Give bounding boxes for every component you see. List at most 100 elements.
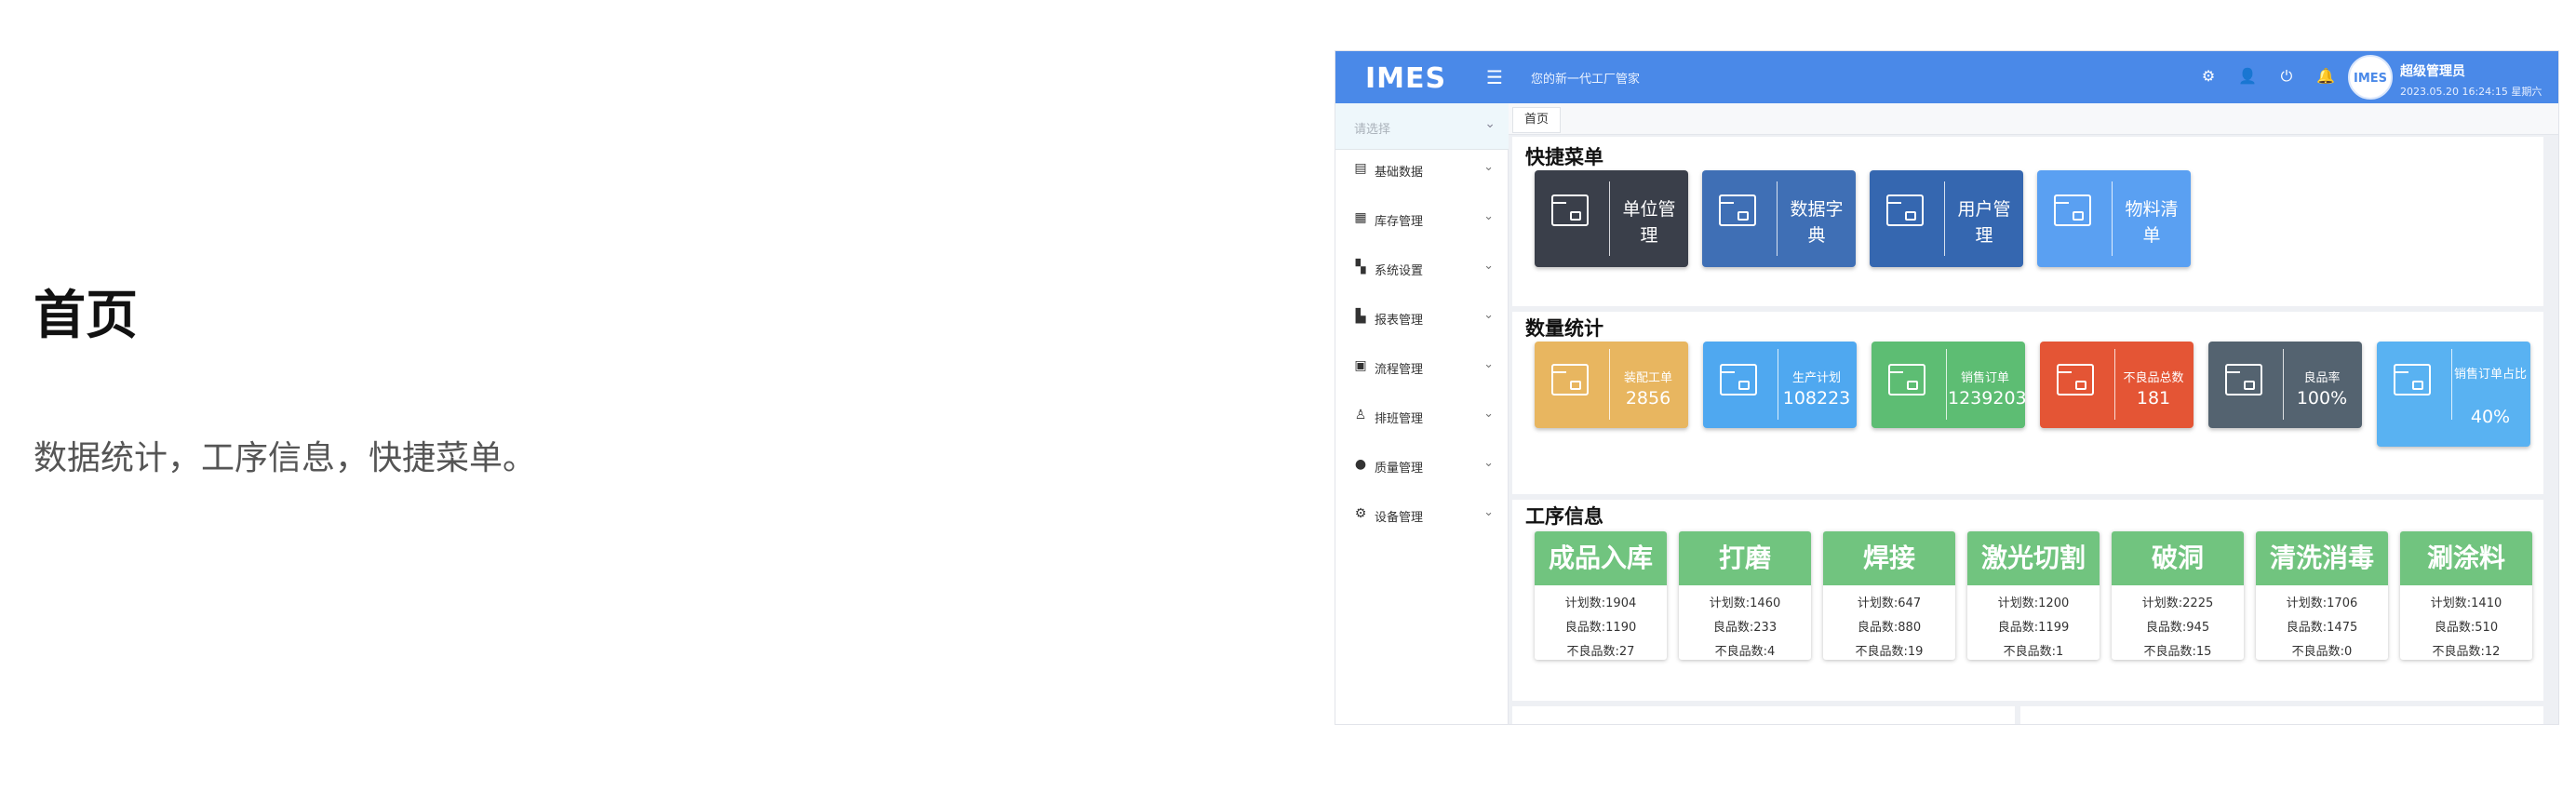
sidebar-item-label: 系统设置: [1375, 264, 1424, 278]
process-bad: 不良品数:27: [1566, 645, 1635, 659]
quick-menu-card[interactable]: 物料清单: [2037, 170, 2191, 267]
stat-card[interactable]: 销售订单 1239203: [1872, 342, 2027, 428]
sidebar-item-inventory[interactable]: ▦ 库存管理 ⌄: [1335, 201, 1509, 238]
chevron-down-icon: ⌄: [1483, 407, 1494, 421]
stat-card[interactable]: 装配工单 2856: [1535, 342, 1688, 428]
stat-card[interactable]: 生产计划 108223: [1703, 342, 1857, 428]
process-plan: 计划数:1200: [1997, 597, 2070, 610]
quick-menu-card[interactable]: 数据字典: [1702, 170, 1856, 267]
flow-icon: ▣: [1354, 358, 1367, 373]
sidebar-item-label: 报表管理: [1375, 314, 1424, 328]
stat-value: 40%: [2470, 407, 2511, 427]
chevron-down-icon: ⌄: [1483, 209, 1494, 223]
sidebar-item-scheduling[interactable]: ♙ 排班管理 ⌄: [1335, 398, 1509, 436]
sidebar-item-process[interactable]: ▣ 流程管理 ⌄: [1335, 349, 1509, 386]
folder-icon: [1886, 194, 1924, 226]
gear-icon: ⚙: [1354, 506, 1367, 521]
person-icon: ♙: [1354, 408, 1367, 422]
chevron-down-icon: ⌄: [1483, 456, 1494, 470]
process-name: 成品入库: [1535, 531, 1667, 585]
process-name: 破洞: [2112, 531, 2244, 585]
process-card[interactable]: 打磨 计划数:1460 良品数:233 不良品数:4: [1679, 531, 1811, 660]
process-name: 涮涂料: [2400, 531, 2532, 585]
quick-menu-title: 快捷菜单: [1525, 146, 1603, 168]
quick-menu-card[interactable]: 单位管理: [1535, 170, 1688, 267]
quick-menu-card[interactable]: 用户管理: [1870, 170, 2023, 267]
folder-icon: [1720, 364, 1757, 396]
process-plan: 计划数:1904: [1564, 597, 1637, 610]
process-good: 良品数:1190: [1564, 621, 1637, 635]
tagline: 您的新一代工厂管家: [1531, 73, 1641, 87]
stats-title: 数量统计: [1525, 317, 1603, 340]
process-bad: 不良品数:1: [2003, 645, 2064, 659]
power-icon[interactable]: ⏻: [2277, 67, 2296, 86]
stat-value: 1239203: [1948, 388, 2027, 409]
stats-panel: 数量统计 装配工单 2856 生产计划 108223 销售订单 1239203 …: [1512, 312, 2543, 494]
chevron-down-icon: ⌄: [1483, 160, 1494, 174]
process-good: 良品数:510: [2434, 621, 2499, 635]
sidebar-item-reports[interactable]: ▙ 报表管理 ⌄: [1335, 300, 1509, 337]
stat-card[interactable]: 销售订单占比 40%: [2377, 342, 2530, 447]
stat-card[interactable]: 良品率 100%: [2208, 342, 2362, 428]
user-icon[interactable]: 👤: [2238, 67, 2257, 85]
process-good: 良品数:945: [2145, 621, 2210, 635]
process-good: 良品数:880: [1857, 621, 1922, 635]
stat-card[interactable]: 不良品总数 181: [2040, 342, 2194, 428]
settings-icon[interactable]: ⚙: [2199, 67, 2218, 85]
sidebar-item-quality[interactable]: ● 质量管理 ⌄: [1335, 448, 1509, 485]
quick-menu-label: 用户管理: [1957, 199, 2011, 246]
tab-bar: 首页: [1509, 103, 2558, 135]
stat-label: 销售订单: [1960, 371, 2009, 385]
sidebar-item-equipment[interactable]: ⚙ 设备管理 ⌄: [1335, 497, 1509, 534]
process-name: 清洗消毒: [2256, 531, 2388, 585]
document-icon: ▤: [1354, 161, 1367, 176]
sidebar-item-label: 设备管理: [1375, 511, 1424, 525]
dashboard-content: 快捷菜单 单位管理 数据字典 用户管理 物料清单 数量统计 装配工单 2856 …: [1512, 137, 2555, 724]
tab-home[interactable]: 首页: [1512, 107, 1562, 133]
sidebar-item-label: 质量管理: [1375, 462, 1424, 476]
process-name: 打磨: [1679, 531, 1811, 585]
intro-description: 数据统计，工序信息，快捷菜单。: [34, 439, 537, 477]
process-card[interactable]: 焊接 计划数:647 良品数:880 不良品数:19: [1823, 531, 1955, 660]
stat-value: 181: [2136, 388, 2171, 409]
bar-chart-icon: ▙: [1355, 309, 1366, 324]
process-plan: 计划数:2225: [2141, 597, 2214, 610]
process-card[interactable]: 激光切割 计划数:1200 良品数:1199 不良品数:1: [1967, 531, 2100, 660]
process-card[interactable]: 成品入库 计划数:1904 良品数:1190 不良品数:27: [1535, 531, 1667, 660]
folder-icon: [2054, 194, 2091, 226]
folder-icon: [1719, 194, 1756, 226]
stat-value: 2856: [1625, 388, 1671, 409]
process-card[interactable]: 涮涂料 计划数:1410 良品数:510 不良品数:12: [2400, 531, 2532, 660]
process-card[interactable]: 破洞 计划数:2225 良品数:945 不良品数:15: [2112, 531, 2244, 660]
folder-icon: [1551, 364, 1589, 396]
sidebar-item-settings[interactable]: ▚ 系统设置 ⌄: [1335, 250, 1509, 288]
chevron-down-icon: ⌄: [1483, 357, 1494, 371]
stat-label: 不良品总数: [2123, 371, 2184, 385]
current-datetime: 2023.05.20 16:24:15 星期六: [2400, 86, 2542, 98]
chart-panel-left: [1512, 706, 2015, 724]
folder-icon: [2394, 364, 2431, 396]
sidebar-item-basic-data[interactable]: ▤ 基础数据 ⌄: [1335, 152, 1509, 189]
sidebar-item-label: 基础数据: [1375, 166, 1424, 180]
sidebar-select[interactable]: 请选择 ⌄: [1335, 103, 1509, 150]
process-plan: 计划数:1706: [2286, 597, 2358, 610]
folder-icon: [2225, 364, 2262, 396]
process-good: 良品数:1199: [1997, 621, 2070, 635]
menu-toggle-icon[interactable]: ☰: [1486, 66, 1503, 88]
sidebar-item-label: 排班管理: [1375, 412, 1424, 426]
folder-icon: [1888, 364, 1925, 396]
avatar[interactable]: IMES: [2348, 55, 2393, 100]
process-bad: 不良品数:19: [1855, 645, 1924, 659]
process-name: 激光切割: [1967, 531, 2100, 585]
chevron-down-icon: ⌄: [1484, 116, 1496, 131]
bell-icon[interactable]: 🔔: [2316, 67, 2335, 85]
process-bad: 不良品数:0: [2291, 645, 2353, 659]
process-card[interactable]: 清洗消毒 计划数:1706 良品数:1475 不良品数:0: [2256, 531, 2388, 660]
sidebar-item-label: 库存管理: [1375, 215, 1424, 229]
process-good: 良品数:233: [1712, 621, 1778, 635]
top-bar: IMES ☰ 您的新一代工厂管家 ⚙ 👤 ⏻ 🔔 IMES 超级管理员 2023…: [1335, 51, 2558, 103]
process-bad: 不良品数:12: [2432, 645, 2501, 659]
quick-menu-label: 物料清单: [2125, 199, 2179, 246]
intro-title: 首页: [34, 286, 138, 346]
stat-label: 良品率: [2303, 371, 2341, 385]
